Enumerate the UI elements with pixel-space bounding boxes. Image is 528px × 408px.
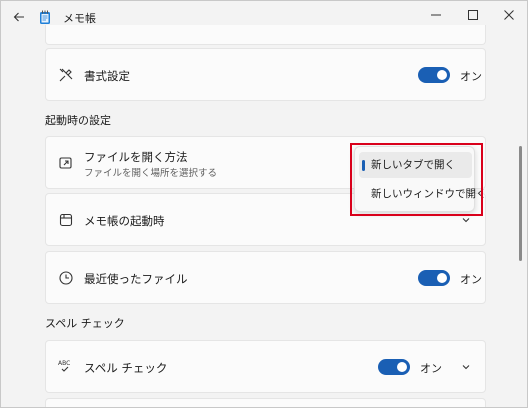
format-title: 書式設定 bbox=[84, 69, 130, 83]
pen-format-icon bbox=[59, 68, 73, 82]
settings-card-partial bbox=[45, 25, 486, 45]
open-file-title: ファイルを開く方法 bbox=[84, 150, 188, 164]
chevron-down-icon[interactable] bbox=[461, 362, 471, 372]
maximize-icon bbox=[468, 10, 478, 20]
svg-text:ABC: ABC bbox=[58, 360, 70, 367]
recent-files-row[interactable]: 最近使ったファイル オン bbox=[45, 251, 486, 304]
recent-toggle-label: オン bbox=[460, 273, 482, 286]
spell-toggle[interactable] bbox=[378, 359, 410, 375]
open-file-icon bbox=[59, 157, 72, 169]
clock-icon bbox=[59, 271, 73, 285]
format-row[interactable]: 書式設定 オン bbox=[45, 48, 486, 101]
format-toggle[interactable] bbox=[418, 67, 450, 83]
close-icon bbox=[504, 10, 514, 20]
spell-check-icon: ABC bbox=[58, 360, 70, 372]
spell-check-row[interactable]: ABC スペル チェック オン bbox=[45, 340, 486, 393]
recent-files-title: 最近使ったファイル bbox=[84, 272, 188, 286]
section-spell-check: スペル チェック bbox=[45, 317, 125, 330]
spell-toggle-label: オン bbox=[420, 362, 442, 375]
highlight-annotation-box bbox=[350, 143, 483, 216]
spell-check-title: スペル チェック bbox=[84, 361, 168, 375]
recent-toggle[interactable] bbox=[418, 270, 450, 286]
settings-card-partial-bottom bbox=[45, 398, 486, 407]
close-button[interactable] bbox=[490, 1, 527, 29]
startup-title: メモ帳の起動時 bbox=[84, 214, 165, 228]
format-toggle-label: オン bbox=[460, 70, 482, 83]
window-icon bbox=[59, 213, 73, 227]
toggle-knob bbox=[437, 273, 447, 283]
open-file-subtitle: ファイルを開く場所を選択する bbox=[84, 168, 218, 179]
minimize-icon bbox=[431, 14, 441, 16]
back-arrow-icon bbox=[13, 12, 24, 22]
notepad-icon bbox=[40, 10, 50, 24]
settings-window: メモ帳 書式設定 オン 起動時の設定 ファイルを開く方法 ファイルを開く場所を選… bbox=[0, 0, 528, 408]
scrollbar-thumb[interactable] bbox=[519, 146, 522, 261]
back-button[interactable] bbox=[9, 7, 29, 27]
app-title: メモ帳 bbox=[63, 12, 96, 25]
section-startup-settings: 起動時の設定 bbox=[45, 114, 111, 127]
toggle-knob bbox=[437, 70, 447, 80]
chevron-down-icon[interactable] bbox=[461, 215, 471, 225]
toggle-knob bbox=[397, 362, 407, 372]
